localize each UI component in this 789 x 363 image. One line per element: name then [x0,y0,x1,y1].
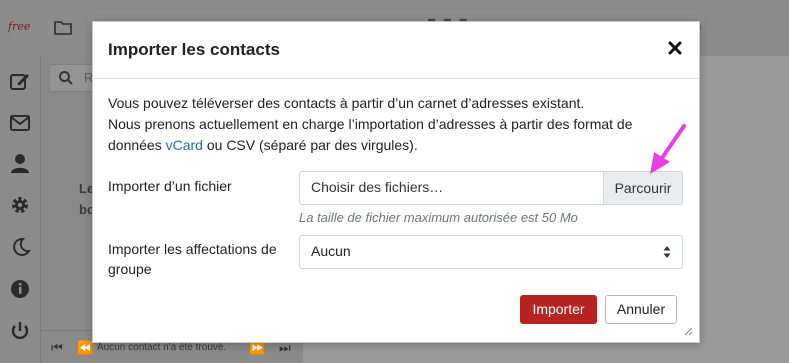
vcard-link[interactable]: vCard [166,137,203,153]
contacts-icon[interactable] [9,152,31,174]
prev-page-icon[interactable]: ⏪ [77,340,93,356]
intro-line-2: Nous prenons actuellement en charge l’im… [108,116,633,132]
dialog-header: Importer les contacts [93,22,699,79]
group-label: Importer les affectations de groupe [108,239,277,279]
logout-power-icon[interactable] [9,320,31,342]
brand-logo: free [8,20,31,33]
select-caret-icon [663,245,671,259]
annotation-arrow-icon [650,124,686,174]
compose-icon[interactable] [9,70,31,92]
file-size-hint: La taille de fichier maximum autorisée e… [299,210,578,225]
import-contacts-dialog: Importer les contacts Vous pouvez téléve… [92,21,700,343]
sidebar [0,56,40,363]
dialog-intro: Vous pouvez téléverser des contacts à pa… [108,93,688,156]
close-icon [668,41,682,55]
pager-status: Aucun contact n'a été trouvé. [97,342,227,353]
import-button[interactable]: Importer [520,295,597,324]
settings-gear-icon[interactable] [9,194,31,216]
intro-line-3-pre: données [108,137,166,153]
group-select-value: Aucun [311,243,351,259]
info-icon[interactable] [9,278,31,300]
group-assignment-select[interactable]: Aucun [299,235,683,269]
resize-grip-icon[interactable] [683,326,693,336]
first-page-icon[interactable]: ⏮ [51,340,63,356]
file-input[interactable]: Choisir des fichiers… Parcourir [299,171,683,205]
file-input-placeholder: Choisir des fichiers… [311,179,444,195]
intro-line-3: données vCard ou CSV (séparé par des vir… [108,135,688,156]
folder-icon[interactable] [54,19,72,35]
intro-line-3-post: ou CSV (séparé par des virgules). [202,137,418,153]
close-button[interactable] [667,40,683,56]
group-label-line-2: groupe [108,261,152,277]
dark-mode-moon-icon[interactable] [9,236,31,258]
mail-icon[interactable] [9,112,31,134]
intro-line-1: Vous pouvez téléverser des contacts à pa… [108,95,585,111]
cancel-button[interactable]: Annuler [605,295,677,324]
group-label-line-1: Importer les affectations de [108,241,277,257]
search-icon [58,70,74,86]
dialog-title: Importer les contacts [108,40,280,59]
file-label: Importer d’un fichier [108,178,232,194]
